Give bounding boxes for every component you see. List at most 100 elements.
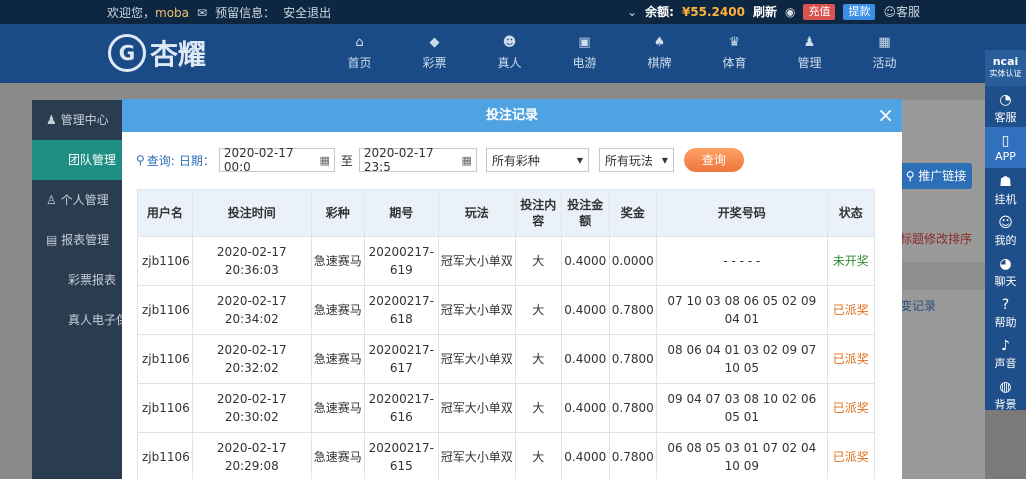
column-header: 用户名 (137, 189, 193, 237)
nav-item-home[interactable]: ⌂ 首页 (322, 34, 397, 71)
cell-issue: 20200217-618 (363, 285, 439, 335)
cell-bonus: 0.7800 (608, 432, 657, 479)
message-icon: ◕ (999, 256, 1012, 272)
column-header: 投注金额 (560, 189, 610, 237)
cell-play: 冠军大小单双 (437, 383, 516, 433)
column-header: 状态 (826, 189, 875, 237)
nav-item-cards[interactable]: ♠ 棋牌 (622, 34, 697, 71)
cell-issue: 20200217-615 (363, 432, 439, 479)
chevron-down-icon: ▾ (661, 153, 668, 167)
background-band (900, 262, 985, 290)
main-nav: ⌂ 首页 ◆ 彩票 ☻ 真人 ▣ 电游 ♠ 棋牌 ♛ 体育 ♟ 管理 ▦ 活动 (322, 34, 922, 71)
column-header: 奖金 (608, 189, 657, 237)
cell-time: 2020-02-17 20:34:02 (191, 285, 312, 335)
withdraw-button[interactable]: 提款 (843, 3, 876, 20)
trophy-icon: ♛ (728, 35, 741, 50)
user-icon: ♙ (46, 193, 61, 207)
robot-icon: ☗ (999, 174, 1012, 190)
cell-play: 冠军大小单双 (437, 432, 516, 479)
float-item-background[interactable]: ◍ 背景 (985, 373, 1026, 414)
users-icon: ♟ (803, 35, 816, 50)
nav-item-manage[interactable]: ♟ 管理 (772, 34, 847, 71)
float-item-mine[interactable]: ☺ 我的 (985, 209, 1026, 250)
nav-item-live[interactable]: ☻ 真人 (472, 34, 547, 71)
cell-issue: 20200217-617 (363, 334, 439, 384)
promo-link-button[interactable]: ⚲ 推广链接 (900, 163, 972, 189)
close-icon[interactable]: × (877, 99, 894, 132)
nav-item-activity[interactable]: ▦ 活动 (847, 34, 922, 71)
play-select[interactable]: 所有玩法 ▾ (598, 148, 674, 172)
cell-content: 大 (514, 285, 562, 335)
bet-record-table: 用户名 投注时间 彩种 期号 玩法 投注内容 投注金额 奖金 开奖号码 状态 z… (137, 189, 875, 479)
logo[interactable]: G 杏耀 (108, 30, 218, 76)
float-item-chat[interactable]: ◕ 聊天 (985, 250, 1026, 291)
cell-issue: 20200217-619 (363, 236, 439, 286)
cell-bonus: 0.7800 (608, 383, 657, 433)
title-sort-link[interactable]: 标题修改排序 (900, 230, 972, 247)
cell-time: 2020-02-17 20:30:02 (191, 383, 312, 433)
column-header: 投注内容 (514, 189, 562, 237)
table-row[interactable]: zjb1106 2020-02-17 20:30:02 急速赛马 2020021… (137, 383, 875, 433)
date-from-input[interactable]: 2020-02-17 00:0 ▦ (218, 146, 335, 174)
cell-numbers: 08 06 04 01 03 02 09 07 10 05 (655, 334, 828, 384)
calendar-icon[interactable]: ▦ (461, 154, 471, 167)
palette-icon: ◍ (999, 379, 1012, 395)
report-icon: ▤ (46, 233, 62, 247)
logo-emblem-icon: G (108, 34, 146, 72)
service-link[interactable]: ☺客服 (883, 3, 920, 20)
cell-status: 已派奖 (826, 285, 875, 335)
cell-numbers: 06 08 05 03 01 07 02 04 10 09 (655, 432, 828, 479)
nav-item-sports[interactable]: ♛ 体育 (697, 34, 772, 71)
table-row[interactable]: zjb1106 2020-02-17 20:29:08 急速赛马 2020021… (137, 432, 875, 479)
cell-status: 已派奖 (826, 334, 875, 384)
cell-user: zjb1106 (137, 432, 193, 479)
cell-bonus: 0.7800 (608, 285, 657, 335)
float-item-robot[interactable]: ☗ 挂机 (985, 168, 1026, 209)
bet-record-modal: 投注记录 × ⚲ 查询: 日期： 2020-02-17 00:0 ▦ 至 2020… (122, 99, 902, 479)
cell-content: 大 (514, 432, 562, 479)
slot-icon: ▣ (578, 35, 591, 50)
cell-content: 大 (514, 334, 562, 384)
top-bar-right: ⌄ 余额: ¥55.2400 刷新 ◉ 充值 提款 ☺客服 (627, 3, 920, 20)
refresh-link[interactable]: 刷新 (753, 3, 777, 20)
cell-lottery: 急速赛马 (310, 383, 365, 433)
cell-amount: 0.4000 (560, 334, 610, 384)
username: moba (155, 6, 190, 20)
sound-icon: ♪ (1001, 338, 1010, 354)
right-float-bar: ncai 实体认证 ◔ 客服 ▯ APP ☗ 挂机 ☺ 我的 ◕ 聊天 ? 帮助 ♪ 声音 ◍ 背… (985, 50, 1026, 411)
float-item-help[interactable]: ? 帮助 (985, 291, 1026, 332)
query-button[interactable]: 查询 (683, 148, 744, 172)
balance-value: ¥55.2400 (681, 4, 745, 19)
chevron-down-icon: ▾ (576, 153, 583, 167)
float-item-service[interactable]: ◔ 客服 (985, 86, 1026, 127)
logout-link[interactable]: 安全退出 (283, 4, 331, 21)
nav-item-slot[interactable]: ▣ 电游 (547, 34, 622, 71)
cell-amount: 0.4000 (560, 432, 610, 479)
notice-label: 预留信息： (215, 6, 276, 20)
table-row[interactable]: zjb1106 2020-02-17 20:32:02 急速赛马 2020021… (137, 334, 875, 384)
lottery-select[interactable]: 所有彩种 ▾ (485, 148, 589, 172)
change-record-link[interactable]: 变记录 (900, 297, 936, 314)
float-item-app[interactable]: ▯ APP (985, 127, 1026, 168)
cell-status: 已派奖 (826, 383, 875, 433)
cell-bonus: 0.0000 (608, 236, 657, 286)
filter-bar: ⚲ 查询: 日期： 2020-02-17 00:0 ▦ 至 2020-02-17 … (136, 146, 744, 174)
certification-badge[interactable]: ncai 实体认证 (985, 50, 1026, 86)
date-to-input[interactable]: 2020-02-17 23:5 ▦ (358, 146, 477, 174)
table-row[interactable]: zjb1106 2020-02-17 20:36:03 急速赛马 2020021… (137, 236, 875, 286)
cell-issue: 20200217-616 (363, 383, 439, 433)
link-icon: ⚲ (905, 169, 919, 183)
mail-icon[interactable]: ✉ (197, 6, 207, 20)
calendar-icon[interactable]: ▦ (319, 154, 329, 167)
nav-item-lottery[interactable]: ◆ 彩票 (397, 34, 472, 71)
float-item-sound[interactable]: ♪ 声音 (985, 332, 1026, 373)
chat-icon: ◔ (999, 92, 1012, 108)
recharge-button[interactable]: 充值 (803, 3, 836, 20)
cell-play: 冠军大小单双 (437, 285, 516, 335)
cell-status: 未开奖 (826, 236, 875, 286)
eye-icon[interactable]: ◉ (785, 5, 795, 19)
chevron-down-icon[interactable]: ⌄ (627, 5, 637, 19)
help-icon: ? (1001, 297, 1010, 313)
main-header: G 杏耀 ⌂ 首页 ◆ 彩票 ☻ 真人 ▣ 电游 ♠ 棋牌 ♛ 体育 ♟ 管理 ▦ 活动 (0, 24, 1026, 83)
table-row[interactable]: zjb1106 2020-02-17 20:34:02 急速赛马 2020021… (137, 285, 875, 335)
